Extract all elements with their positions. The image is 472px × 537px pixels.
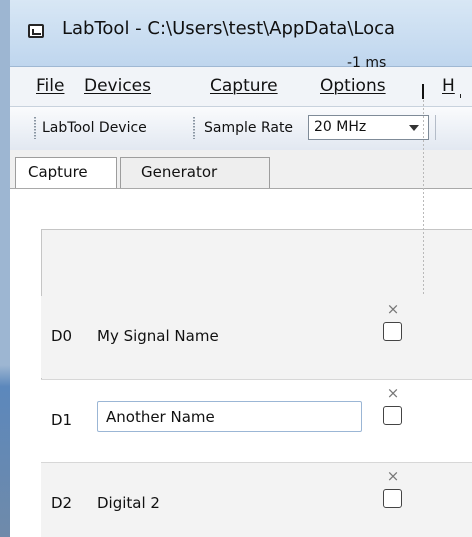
signal-name-d0[interactable]: My Signal Name <box>97 327 219 345</box>
time-axis-major-tick <box>422 84 424 99</box>
time-axis-minor-tick <box>460 94 461 98</box>
labtool-device-button[interactable]: LabTool Device <box>42 117 147 139</box>
tab-capture[interactable]: Capture <box>15 157 117 188</box>
tab-generator-label: Generator <box>141 163 218 181</box>
signal-row-d2[interactable]: D2 Digital 2 × <box>41 462 472 537</box>
signal-enable-checkbox-d2[interactable] <box>383 489 402 508</box>
sample-rate-value: 20 MHz <box>314 119 367 135</box>
signal-id-d1: D1 <box>51 411 73 429</box>
menu-capture[interactable]: Capture <box>210 76 278 96</box>
signal-id-d0: D0 <box>51 327 73 345</box>
toolbar-divider <box>435 115 436 140</box>
toolbar: LabTool Device Sample Rate 20 MHz <box>10 107 472 151</box>
close-icon[interactable]: × <box>386 386 400 401</box>
signal-name-input-d1[interactable] <box>97 401 362 432</box>
menu-help-partial[interactable]: H <box>442 76 455 96</box>
window-title: LabTool - C:\Users\test\AppData\Loca <box>62 18 396 39</box>
main-tabs: Capture Generator <box>10 150 472 189</box>
sample-rate-select[interactable]: 20 MHz <box>308 115 429 140</box>
sample-rate-label: Sample Rate <box>204 120 294 136</box>
menu-options[interactable]: Options <box>320 76 386 96</box>
signal-name-d2[interactable]: Digital 2 <box>97 494 160 512</box>
labtool-window: LabTool - C:\Users\test\AppData\Loca Fil… <box>0 0 472 537</box>
signal-row-d1[interactable]: D1 × <box>41 379 472 462</box>
close-icon[interactable]: × <box>386 302 400 317</box>
drag-grip-icon[interactable] <box>193 117 195 139</box>
title-bar[interactable]: LabTool - C:\Users\test\AppData\Loca <box>10 0 472 67</box>
time-axis-label: -1 ms <box>347 55 387 71</box>
close-icon[interactable]: × <box>386 469 400 484</box>
left-window-edge <box>0 0 10 537</box>
drag-grip-icon[interactable] <box>34 117 36 139</box>
menu-bar: File Devices Capture Options H <box>10 67 472 107</box>
app-window-icon <box>28 24 44 38</box>
signal-id-d2: D2 <box>51 494 73 512</box>
menu-devices[interactable]: Devices <box>84 76 151 96</box>
chevron-down-icon[interactable] <box>409 125 419 131</box>
tab-capture-label: Capture <box>28 163 88 181</box>
signal-row-d0[interactable]: D0 My Signal Name × <box>41 296 472 378</box>
signal-enable-checkbox-d1[interactable] <box>383 406 402 425</box>
menu-file[interactable]: File <box>36 76 64 96</box>
tab-generator[interactable]: Generator <box>120 157 270 188</box>
signal-enable-checkbox-d0[interactable] <box>383 322 402 341</box>
